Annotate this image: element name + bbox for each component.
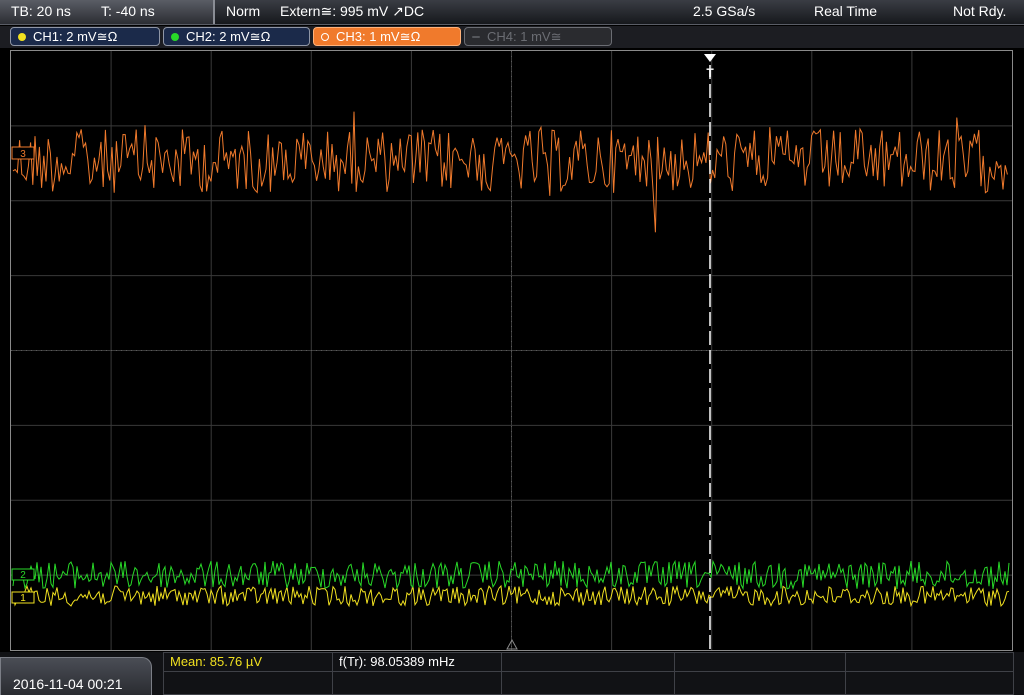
- trigger-status-readout: Not Rdy.: [953, 3, 1007, 19]
- ch2-offset-marker-label: 2: [20, 570, 26, 581]
- trigger-offset-readout[interactable]: T: -40 ns: [101, 3, 155, 19]
- measurement-cell-empty-7[interactable]: [674, 671, 846, 695]
- tab-ch3[interactable]: CH3: 1 mV≅Ω: [313, 27, 461, 46]
- ch1-offset-marker[interactable]: 1: [11, 591, 35, 604]
- sample-rate-readout[interactable]: 2.5 GSa/s: [693, 3, 755, 19]
- date-time-box: 2016-11-04 00:21: [0, 657, 152, 695]
- tab-ch4[interactable]: CH4: 1 mV≅: [464, 27, 612, 46]
- ch3-color-dot-icon: [321, 33, 329, 41]
- measurement-cell-empty-2[interactable]: [674, 652, 846, 672]
- measurement-cell-empty-6[interactable]: [501, 671, 675, 695]
- measurement-cell-empty-5[interactable]: [332, 671, 502, 695]
- ch1-color-dot-icon: [18, 33, 26, 41]
- ch3-offset-marker[interactable]: 3: [11, 146, 35, 160]
- tab-ch1[interactable]: CH1: 2 mV≅Ω: [10, 27, 160, 46]
- trigger-source-readout[interactable]: Extern≅: 995 mV ↗DC: [280, 3, 424, 20]
- mean-measurement: Mean: 85.76 µV: [170, 654, 263, 669]
- ch1-offset-marker-label: 1: [20, 593, 26, 604]
- date-time-readout: 2016-11-04 00:21: [13, 676, 123, 692]
- ch2-offset-marker[interactable]: 2: [11, 568, 35, 581]
- tab-ch4-label: CH4: 1 mV≅: [487, 29, 562, 44]
- measurement-cell-empty-8[interactable]: [845, 671, 1014, 695]
- timebase-readout[interactable]: TB: 20 ns: [11, 3, 71, 19]
- tab-ch3-label: CH3: 1 mV≅Ω: [336, 29, 421, 44]
- timebase-panel[interactable]: TB: 20 ns T: -40 ns: [0, 0, 215, 24]
- ch4-off-dash-icon: [472, 36, 480, 38]
- bottom-bar: 2016-11-04 00:21 Mean: 85.76 µV f(Tr): 9…: [0, 652, 1024, 695]
- channel-tab-bar: CH1: 2 mV≅Ω CH2: 2 mV≅Ω CH3: 1 mV≅Ω CH4:…: [0, 26, 1024, 48]
- measurement-table: Mean: 85.76 µV f(Tr): 98.05389 mHz: [163, 652, 1014, 695]
- acquisition-mode-readout[interactable]: Real Time: [814, 3, 877, 19]
- trigger-mode-readout[interactable]: Norm: [226, 3, 260, 19]
- measurement-cell-empty-3[interactable]: [845, 652, 1014, 672]
- tab-ch2[interactable]: CH2: 2 mV≅Ω: [163, 27, 310, 46]
- trigger-position-label: T: [706, 66, 714, 80]
- ch2-color-dot-icon: [171, 33, 179, 41]
- trigger-position-arrow-icon[interactable]: [704, 54, 716, 62]
- ch3-offset-marker-label: 3: [20, 149, 26, 160]
- ch3-waveform: [12, 111, 1008, 233]
- trigger-frequency-measurement: f(Tr): 98.05389 mHz: [339, 654, 455, 669]
- waveform-canvas[interactable]: T 3 2 1: [11, 51, 1012, 650]
- tab-ch1-label: CH1: 2 mV≅Ω: [33, 29, 118, 44]
- tab-ch2-label: CH2: 2 mV≅Ω: [186, 29, 271, 44]
- graticule: [11, 51, 1012, 650]
- measurement-cell-empty-1[interactable]: [501, 652, 675, 672]
- measurement-cell-empty-4[interactable]: [163, 671, 333, 695]
- waveform-display[interactable]: T 3 2 1: [10, 50, 1013, 651]
- status-bar: TB: 20 ns T: -40 ns Norm Extern≅: 995 mV…: [0, 0, 1024, 25]
